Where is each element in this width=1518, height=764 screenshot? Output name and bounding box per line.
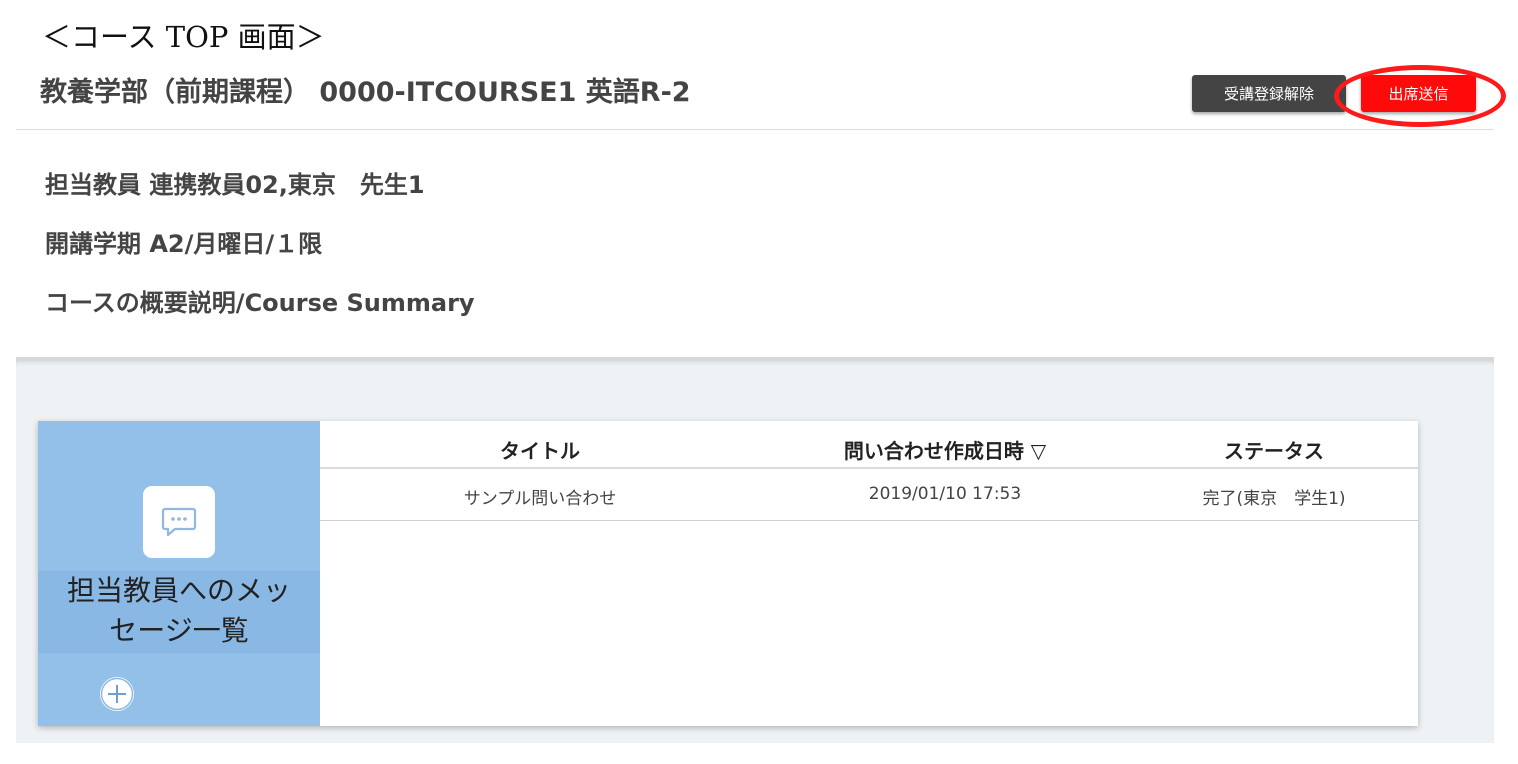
row-title[interactable]: サンプル問い合わせ [320, 484, 760, 509]
chat-icon-box [143, 486, 215, 558]
attend-button[interactable]: 出席送信 [1361, 75, 1476, 112]
column-header-created[interactable]: 問い合わせ作成日時 ▽ [760, 435, 1130, 464]
caption: ＜コース TOP 画面＞ [42, 20, 325, 54]
course-title: 教養学部（前期課程） 0000-ITCOURSE1 英語R-2 [40, 77, 691, 108]
messages-title-line2: セージ一覧 [109, 614, 249, 647]
messages-title-line1: 担当教員へのメッ [66, 574, 291, 607]
chat-bubble-icon [161, 507, 197, 537]
messages-panel-title: 担当教員へのメッ セージ一覧 [38, 571, 320, 651]
messages-table: タイトル 問い合わせ作成日時 ▽ ステータス サンプル問い合わせ 2019/01… [320, 421, 1418, 726]
unregister-button[interactable]: 受講登録解除 [1192, 75, 1346, 112]
messages-side-panel[interactable]: 担当教員へのメッ セージ一覧 [38, 421, 320, 726]
teacher-info: 担当教員 連携教員02,東京 先生1 [45, 171, 425, 199]
term-info: 開講学期 A2/月曜日/１限 [45, 230, 323, 258]
row-status: 完了(東京 学生1) [1202, 489, 1346, 509]
plus-icon [100, 677, 134, 711]
course-summary-link[interactable]: コースの概要説明/Course Summary [45, 283, 475, 318]
column-header-status[interactable]: ステータス [1130, 435, 1418, 464]
row-divider [320, 520, 1418, 521]
column-header-title[interactable]: タイトル [320, 435, 760, 464]
messages-card: 担当教員へのメッ セージ一覧 タイトル 問い合わせ作成日時 ▽ ステータス サン… [38, 421, 1418, 726]
add-message-button[interactable] [100, 677, 134, 711]
row-created: 2019/01/10 17:53 [868, 484, 1022, 504]
header-divider [16, 129, 1494, 130]
header-row-divider [320, 467, 1418, 469]
